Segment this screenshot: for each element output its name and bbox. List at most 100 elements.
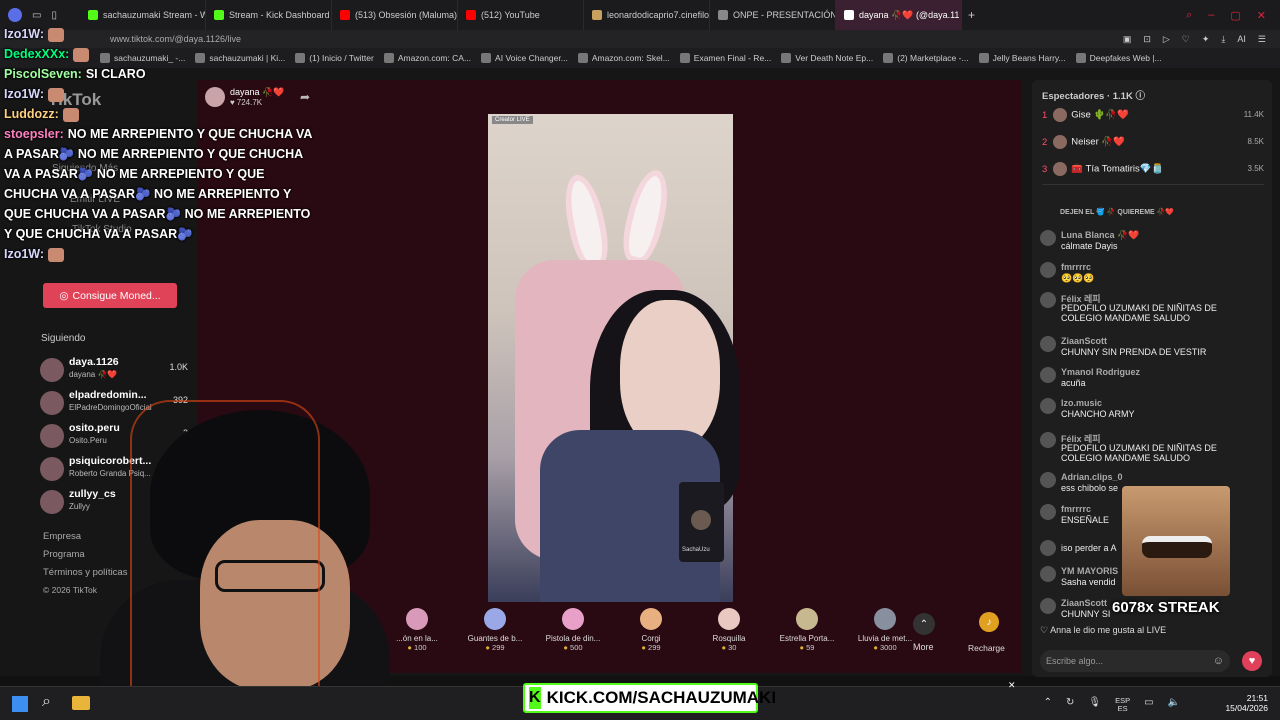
language-sub: ES — [1117, 704, 1128, 713]
close-banner-icon[interactable]: ✕ — [1008, 680, 1016, 691]
play-icon[interactable]: ▷ — [1163, 34, 1170, 45]
emoji-icon[interactable]: ☺ — [1213, 655, 1224, 667]
browser-profile-icon[interactable] — [8, 8, 22, 22]
viewer-avatar — [1053, 108, 1068, 122]
gift-price: ● 299 — [612, 643, 690, 652]
tab-label: dayana 🥀❤️ (@daya.11 — [859, 9, 960, 20]
screenshot-icon[interactable]: ▣ — [1123, 34, 1132, 45]
gift-item[interactable]: Estrella Porta... ● 59 — [768, 604, 846, 662]
commenter-name[interactable]: YM MAYORIS — [1061, 566, 1118, 576]
gift-item[interactable]: Guantes de b... ● 299 — [456, 604, 534, 662]
commenter-name[interactable]: ZiaanScott — [1061, 598, 1107, 608]
chevron-up-icon[interactable]: ⌃ — [1044, 697, 1052, 713]
footer-link[interactable]: Términos y políticas — [43, 567, 127, 578]
chat-message: PiscolSeven: SI CLARO — [4, 64, 314, 84]
comment-text: 🥺🥺🥺 — [1061, 273, 1095, 283]
commenter-avatar[interactable] — [1040, 336, 1056, 352]
language-indicator[interactable]: ESP ES — [1115, 697, 1130, 713]
gift-item[interactable]: Lluvia de met... ● 3000 — [846, 604, 924, 662]
gaming-chair-outline — [130, 400, 320, 700]
commenter-avatar[interactable] — [1040, 540, 1056, 556]
viewers-heading[interactable]: Espectadores · 1.1K ⓘ — [1042, 88, 1264, 108]
bookmark-item[interactable]: AI Voice Changer... — [481, 53, 568, 63]
get-coins-button[interactable]: ◎ Consigue Moned... — [43, 283, 177, 308]
commenter-avatar[interactable] — [1040, 598, 1056, 614]
taskbar-clock[interactable]: 21:51 15/04/2026 — [1225, 693, 1268, 713]
commenter-name[interactable]: fmrrrrc — [1061, 262, 1091, 272]
pip-window[interactable]: SachaUzu — [679, 482, 724, 562]
download-icon[interactable]: ⤓ — [1221, 34, 1225, 45]
like-button[interactable]: ♥ — [1242, 651, 1262, 671]
microphone-icon[interactable]: 🎙 — [1088, 697, 1101, 713]
footer-link[interactable]: Empresa — [43, 531, 81, 542]
commenter-avatar[interactable] — [1040, 262, 1056, 278]
commenter-avatar[interactable] — [1040, 292, 1056, 308]
commenter-avatar[interactable] — [1040, 504, 1056, 520]
more-gifts-icon[interactable]: ⌃ — [913, 613, 935, 635]
refresh-icon[interactable]: ↻ — [1066, 697, 1074, 713]
bookmark-item[interactable]: Amazon.com: Skel... — [577, 53, 670, 63]
browser-tab[interactable]: ONPE - PRESENTACIÓN D — [710, 0, 836, 30]
commenter-avatar[interactable] — [1040, 472, 1056, 488]
pip-label: SachaUzu — [682, 547, 710, 553]
commenter-name[interactable]: ZiaanScott — [1061, 336, 1107, 346]
tab-favicon-icon — [340, 10, 350, 20]
bookmark-item[interactable]: (2) Marketplace -... — [883, 53, 969, 63]
commenter-avatar[interactable] — [1040, 398, 1056, 414]
top-viewer-row[interactable]: 3 🧰 Tía Tomatiris💎🫙 3.5K — [1042, 162, 1264, 182]
close-window-button[interactable]: ✕ — [1257, 9, 1266, 22]
comment-text: PEDOFILO UZUMAKI DE NIÑITAS DE COLEGIO M… — [1061, 443, 1217, 463]
kick-logo: K — [529, 687, 541, 709]
volume-icon[interactable]: 🔈 — [1168, 697, 1180, 713]
commenter-name[interactable]: fmrrrrc — [1061, 504, 1091, 514]
browser-tab[interactable]: dayana 🥀❤️ (@daya.11 — [836, 0, 962, 30]
minimize-button[interactable]: – — [1208, 9, 1214, 22]
bookmark-item[interactable]: Examen Final - Re... — [679, 53, 771, 63]
commenter-avatar[interactable] — [1040, 367, 1056, 383]
maximize-button[interactable]: ▢ — [1230, 9, 1240, 22]
following-item[interactable]: daya.1126 dayana 🥀❤️ 1.0K — [40, 356, 190, 386]
bookmark-item[interactable]: Jelly Beans Harry... — [978, 53, 1066, 63]
top-viewer-row[interactable]: 2 Neiser 🥀❤️ 8.5K — [1042, 135, 1264, 155]
more-gifts-label[interactable]: More — [913, 642, 934, 652]
gift-item[interactable]: Rosquilla ● 30 — [690, 604, 768, 662]
following-sub: dayana 🥀❤️ — [69, 370, 118, 379]
gift-item[interactable]: Pistola de din... ● 500 — [534, 604, 612, 662]
gift-name: Rosquilla — [712, 634, 746, 643]
bookmark-item[interactable]: Ver Death Note Ep... — [781, 53, 873, 63]
commenter-avatar[interactable] — [1040, 566, 1056, 582]
extensions-icon[interactable]: ✦ — [1202, 34, 1210, 45]
top-viewer-row[interactable]: 1 Gise 🌵🥀❤️ 11.4K — [1042, 108, 1264, 128]
workspaces-icon[interactable]: ▭ — [32, 10, 41, 21]
comment-input[interactable]: Escribe algo... ☺ — [1040, 650, 1230, 672]
footer-link[interactable]: Programa — [43, 549, 85, 560]
following-avatar — [40, 424, 64, 448]
monitor-icon[interactable]: ▭ — [1144, 697, 1153, 713]
search-tabs-icon[interactable]: ⌕ — [1186, 9, 1192, 22]
comment-text: acuña — [1061, 378, 1086, 388]
browser-tab[interactable]: (513) Obsesión (Maluma) — [332, 0, 458, 30]
search-icon[interactable]: ⌕ — [42, 693, 51, 711]
commenter-avatar[interactable] — [1040, 432, 1056, 448]
info-icon[interactable]: ⓘ — [1135, 91, 1145, 102]
recharge-label[interactable]: Recharge — [968, 643, 1005, 653]
new-tab-button[interactable]: + — [968, 8, 975, 22]
tab-list-icon[interactable]: ▯ — [51, 10, 57, 21]
bookmark-item[interactable]: Deepfakes Web |... — [1075, 53, 1162, 63]
recharge-coin-icon[interactable]: ♪ — [979, 612, 999, 632]
commenter-name[interactable]: Ymanol Rodriguez — [1061, 367, 1140, 377]
ai-icon[interactable]: AI — [1237, 34, 1246, 45]
commenter-name[interactable]: Izo.music — [1061, 398, 1102, 408]
bookmark-item[interactable]: Amazon.com: CA... — [383, 53, 471, 63]
file-explorer-icon[interactable] — [72, 696, 90, 710]
browser-tab[interactable]: (512) YouTube — [458, 0, 584, 30]
windows-start-icon[interactable] — [12, 696, 28, 712]
commenter-name[interactable]: Adrian.clips_0 — [1061, 472, 1123, 482]
gift-item[interactable]: Corgi ● 299 — [612, 604, 690, 662]
commenter-avatar[interactable] — [1040, 230, 1056, 246]
menu-icon[interactable]: ☰ — [1258, 34, 1266, 45]
commenter-name[interactable]: Luna Blanca 🥀❤️ — [1061, 230, 1139, 241]
browser-tab[interactable]: leonardodicaprio7.cinefilo — [584, 0, 710, 30]
capture-icon[interactable]: ⊡ — [1143, 34, 1151, 45]
heart-icon[interactable]: ♡ — [1182, 34, 1190, 45]
